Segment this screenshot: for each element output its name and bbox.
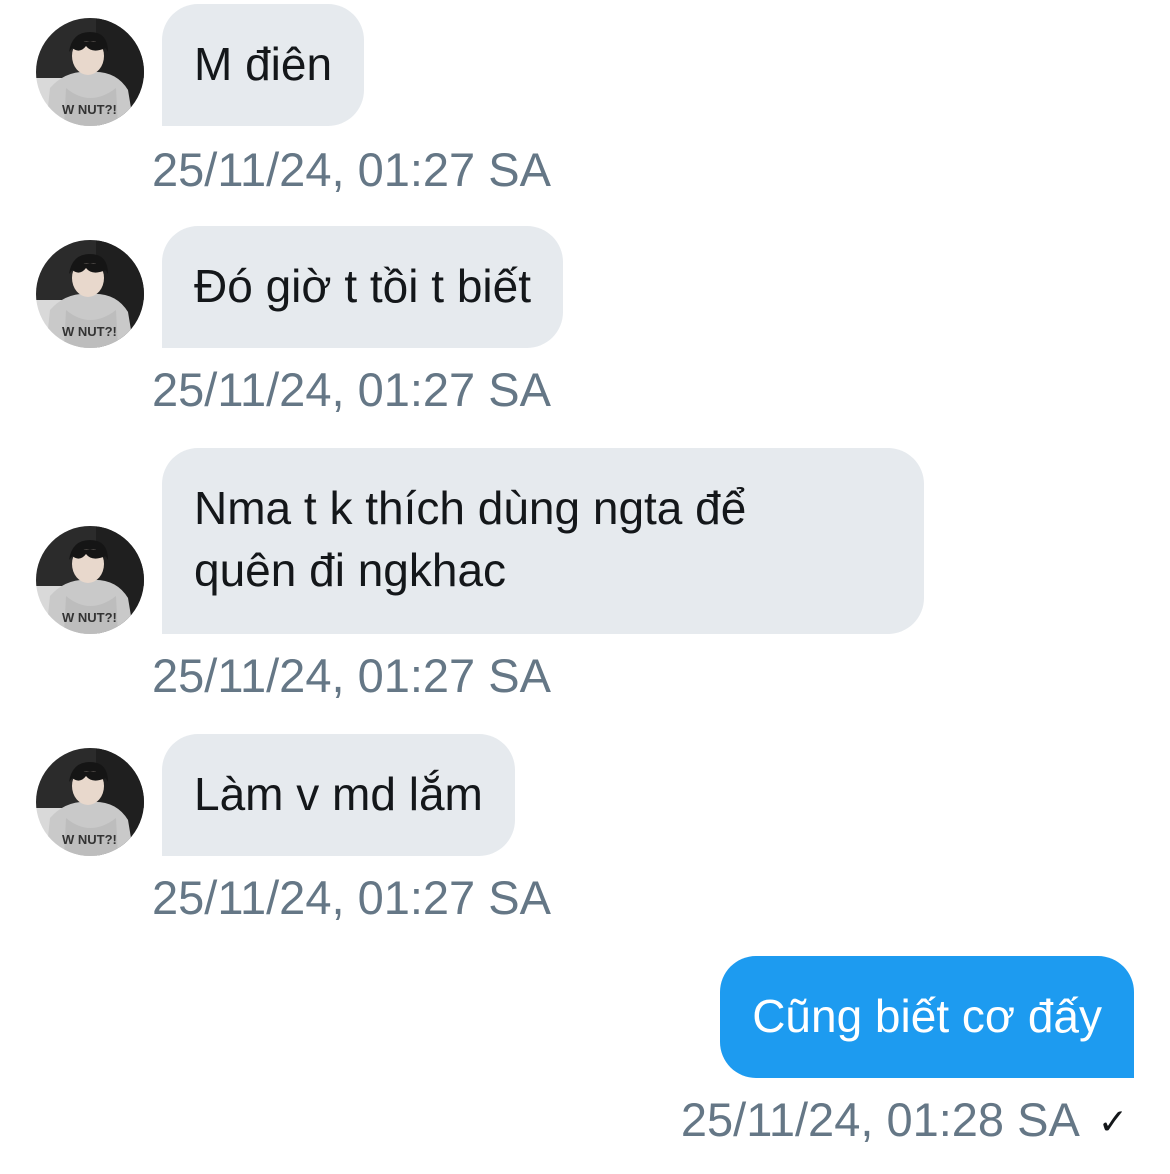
avatar[interactable] xyxy=(36,18,144,126)
message-bubble-incoming[interactable]: Đó giờ t tồi t biết xyxy=(162,226,563,348)
profile-photo-icon xyxy=(36,18,144,126)
message-timestamp: 25/11/24, 01:28 SA ✓ xyxy=(681,1092,1128,1150)
message-timestamp: 25/11/24, 01:27 SA xyxy=(152,649,551,702)
message-bubble-incoming[interactable]: M điên xyxy=(162,4,365,126)
message-bubble-outgoing[interactable]: Cũng biết cơ đấy xyxy=(720,956,1134,1078)
profile-photo-icon xyxy=(36,526,144,634)
message-timestamp: 25/11/24, 01:27 SA xyxy=(152,871,551,924)
profile-photo-icon xyxy=(36,748,144,856)
message-bubble-incoming[interactable]: Nma t k thích dùng ngta để quên đi ngkha… xyxy=(162,448,924,634)
check-icon: ✓ xyxy=(1097,1101,1128,1142)
message-timestamp: 25/11/24, 01:27 SA xyxy=(152,143,551,196)
timestamp-text: 25/11/24, 01:28 SA xyxy=(680,1093,1080,1146)
profile-photo-icon xyxy=(36,240,144,348)
avatar[interactable] xyxy=(36,526,144,634)
avatar[interactable] xyxy=(36,240,144,348)
message-bubble-incoming[interactable]: Làm v md lắm xyxy=(162,734,515,856)
message-timestamp: 25/11/24, 01:27 SA xyxy=(152,363,551,416)
avatar[interactable] xyxy=(36,748,144,856)
